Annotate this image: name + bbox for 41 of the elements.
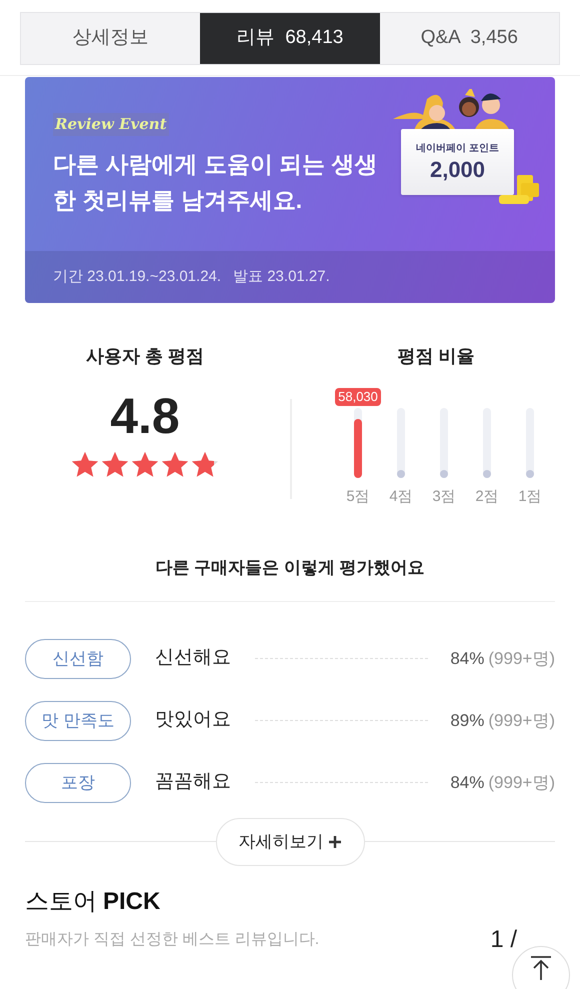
average-score: 4.8: [110, 387, 180, 446]
count-badge: 58,030: [335, 388, 381, 406]
respondent-count: (999+명): [488, 772, 555, 794]
arrow-up-icon: [530, 956, 552, 980]
category-tag: 포장: [25, 762, 131, 802]
opinion-text: 꼼꼼해요: [155, 770, 232, 794]
section-title: 다른 구매자들은 이렇게 평가했어요: [155, 557, 425, 579]
category-tag: 맛 만족도: [25, 700, 131, 740]
percentage: 89%: [450, 710, 484, 732]
more-button[interactable]: 자세히보기: [216, 818, 364, 866]
tab[interactable]: Q&A 3,456: [380, 13, 559, 64]
coins-icon: [499, 175, 539, 205]
card-label: 네이버페이 포인트: [416, 142, 499, 156]
respondent-count: (999+명): [488, 710, 555, 732]
rating-label: 2점: [475, 487, 499, 507]
section-subtitle: 판매자가 직접 선정한 베스트 리뷰입니다.: [25, 930, 320, 950]
section-heading: 스토어: [25, 886, 97, 916]
section-heading-bold: PICK: [103, 886, 160, 916]
opinion-text: 신선해요: [155, 646, 232, 670]
banner-headline: 다른 사람에게 도움이 되는 생생 한 첫리뷰를 남겨주세요.: [53, 150, 378, 214]
percentage: 84%: [450, 772, 484, 794]
event-period: 기간 23.01.19.~23.01.24.: [53, 266, 222, 287]
tab[interactable]: 리뷰 68,413: [200, 13, 380, 64]
section-title: 평점 비율: [397, 345, 474, 368]
category-tag: 신선함: [25, 638, 131, 678]
rating-label: 5점: [346, 487, 370, 507]
respondent-count: (999+명): [488, 648, 555, 670]
plus-icon: [328, 834, 342, 848]
rating-label: 3점: [432, 487, 456, 507]
rating-label: 1점: [518, 487, 542, 507]
card-amount: 2,000: [430, 156, 486, 184]
rating-label: 4점: [389, 487, 413, 507]
event-banner[interactable]: Review Event 다른 사람에게 도움이 되는 생생 한 첫리뷰를 남겨주세요. 네이버페이 포인트 2,000 기간 23.01.19.~23.01.24. 발표 23.01.27.: [25, 77, 555, 303]
page-indicator: 1 /: [490, 924, 517, 954]
percentage: 84%: [450, 648, 484, 670]
event-tag: Review Event: [53, 113, 169, 136]
section-title: 사용자 총 평점: [86, 345, 204, 368]
tab[interactable]: 상세정보: [21, 13, 200, 64]
opinion-text: 맛있어요: [155, 708, 232, 732]
scroll-top-button[interactable]: [512, 946, 570, 989]
announcement-date: 발표 23.01.27.: [233, 266, 330, 287]
